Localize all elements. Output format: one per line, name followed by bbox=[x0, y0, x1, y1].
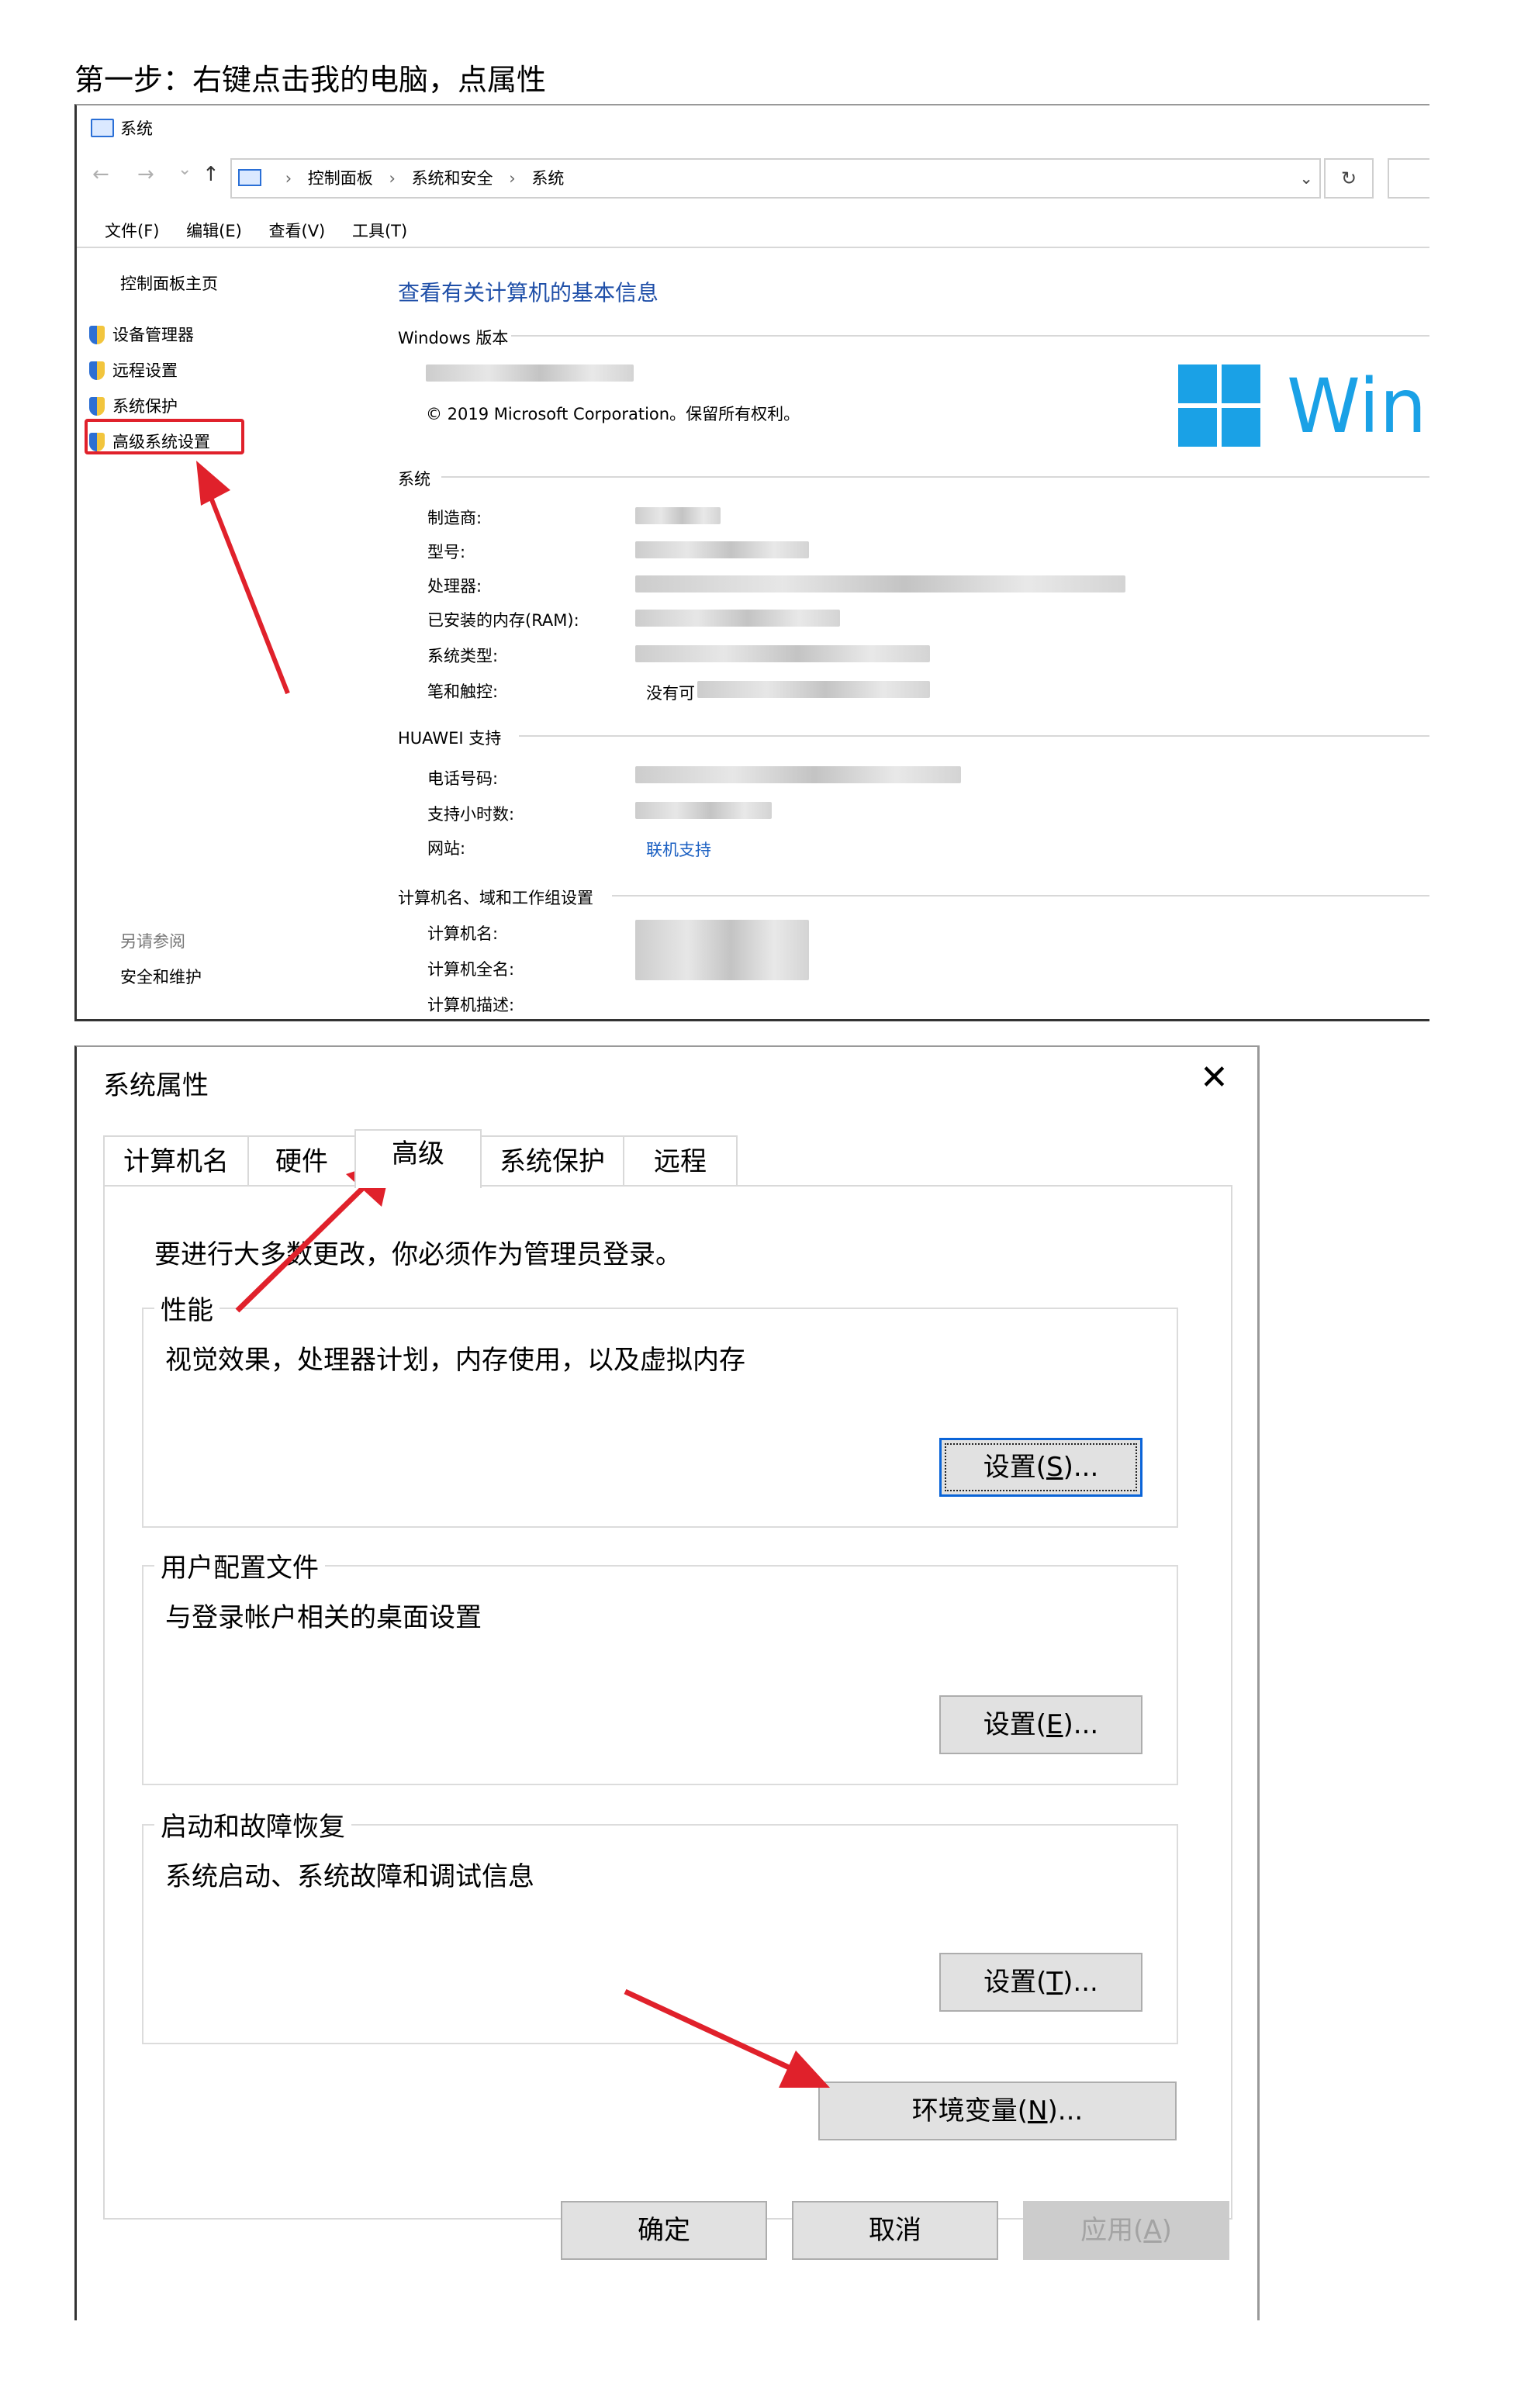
highlight-box bbox=[85, 419, 244, 454]
menu-file[interactable]: 文件(F) bbox=[105, 222, 159, 240]
apply-button[interactable]: 应用(A) bbox=[1023, 2201, 1229, 2260]
user-profiles-settings-button[interactable]: 设置(E)... bbox=[939, 1695, 1142, 1754]
label-manufacturer: 制造商: bbox=[427, 509, 482, 527]
page-title: 查看有关计算机的基本信息 bbox=[398, 280, 659, 306]
tab-remote[interactable]: 远程 bbox=[623, 1135, 738, 1185]
refresh-button[interactable]: ↻ bbox=[1324, 158, 1374, 199]
label-ram: 已安装的内存(RAM): bbox=[427, 611, 579, 630]
menu-edit[interactable]: 编辑(E) bbox=[186, 222, 242, 240]
copyright-text: © 2019 Microsoft Corporation。保留所有权利。 bbox=[426, 405, 800, 423]
shield-icon bbox=[89, 397, 105, 416]
cancel-button[interactable]: 取消 bbox=[792, 2201, 998, 2260]
up-button[interactable]: ↑ bbox=[202, 163, 220, 186]
see-also-label: 另请参阅 bbox=[120, 932, 185, 951]
label-computer-description: 计算机描述: bbox=[427, 996, 515, 1014]
system-window: 系统 ← → ⌄ ↑ › 控制面板 › 系统和安全 › 系统 ⌄ ↻ 文件(F)… bbox=[74, 104, 1429, 1021]
label-system-type: 系统类型: bbox=[427, 647, 499, 665]
breadcrumb-system-security[interactable]: 系统和安全 bbox=[412, 169, 493, 188]
menu-bar: 文件(F) 编辑(E) 查看(V) 工具(T) bbox=[105, 219, 429, 242]
section-system: 系统 bbox=[398, 470, 430, 489]
annotation-arrow-env bbox=[624, 1988, 830, 2088]
windows-logo-icon bbox=[1178, 364, 1262, 448]
sidebar-home-link[interactable]: 控制面板主页 bbox=[120, 271, 218, 295]
search-input[interactable] bbox=[1388, 158, 1429, 199]
startup-recovery-description: 系统启动、系统故障和调试信息 bbox=[165, 1861, 534, 1892]
sidebar-item-system-protection[interactable]: 系统保护 bbox=[89, 394, 178, 417]
tab-system-protection[interactable]: 系统保护 bbox=[480, 1135, 624, 1185]
section-computer-name: 计算机名、域和工作组设置 bbox=[398, 889, 593, 907]
label-computer-name: 计算机名: bbox=[427, 924, 499, 943]
recent-locations-button[interactable]: ⌄ bbox=[178, 160, 192, 179]
sidebar-security-maintenance-link[interactable]: 安全和维护 bbox=[120, 965, 202, 988]
step-heading: 第一步：右键点击我的电脑，点属性 bbox=[74, 63, 547, 97]
label-phone: 电话号码: bbox=[427, 769, 499, 788]
performance-description: 视觉效果，处理器计划，内存使用，以及虚拟内存 bbox=[165, 1345, 745, 1376]
label-pen-touch: 笔和触控: bbox=[427, 682, 499, 701]
windows-logo-text: Winc bbox=[1287, 363, 1429, 450]
label-processor: 处理器: bbox=[427, 577, 482, 596]
sidebar-item-device-manager[interactable]: 设备管理器 bbox=[89, 323, 194, 346]
window-title: 系统 bbox=[91, 116, 153, 140]
annotation-arrow bbox=[196, 461, 290, 695]
group-label-startup-recovery: 启动和故障恢复 bbox=[154, 1805, 351, 1843]
pen-touch-value: 没有可 bbox=[646, 684, 695, 703]
environment-variables-button[interactable]: 环境变量(N)... bbox=[818, 2082, 1177, 2140]
address-bar[interactable]: › 控制面板 › 系统和安全 › 系统 ⌄ bbox=[230, 158, 1321, 199]
forward-button[interactable]: → bbox=[137, 163, 154, 186]
computer-icon bbox=[238, 169, 261, 186]
breadcrumb-system[interactable]: 系统 bbox=[531, 169, 564, 188]
label-support-hours: 支持小时数: bbox=[427, 805, 515, 824]
label-website: 网站: bbox=[427, 839, 466, 858]
computer-icon bbox=[91, 119, 114, 137]
tab-advanced[interactable]: 高级 bbox=[354, 1129, 482, 1188]
section-windows-edition: Windows 版本 bbox=[398, 329, 509, 347]
startup-recovery-settings-button[interactable]: 设置(T)... bbox=[939, 1953, 1142, 2012]
label-model: 型号: bbox=[427, 543, 466, 561]
tab-computer-name[interactable]: 计算机名 bbox=[103, 1135, 249, 1185]
shield-icon bbox=[89, 326, 105, 344]
section-huawei-support: HUAWEI 支持 bbox=[398, 729, 502, 748]
address-dropdown-icon[interactable]: ⌄ bbox=[1299, 160, 1313, 197]
shield-icon bbox=[89, 361, 105, 380]
ok-button[interactable]: 确定 bbox=[561, 2201, 767, 2260]
menu-divider bbox=[77, 247, 1429, 248]
dialog-title: 系统属性 bbox=[103, 1070, 209, 1101]
back-button[interactable]: ← bbox=[92, 163, 109, 186]
close-icon[interactable]: ✕ bbox=[1200, 1058, 1229, 1097]
group-label-user-profiles: 用户配置文件 bbox=[154, 1546, 325, 1584]
redacted-edition bbox=[426, 364, 634, 382]
online-support-link[interactable]: 联机支持 bbox=[646, 838, 711, 861]
menu-view[interactable]: 查看(V) bbox=[269, 222, 326, 240]
menu-tools[interactable]: 工具(T) bbox=[352, 222, 407, 240]
sidebar-item-remote-settings[interactable]: 远程设置 bbox=[89, 358, 178, 382]
breadcrumb-control-panel[interactable]: 控制面板 bbox=[308, 169, 373, 188]
group-label-performance: 性能 bbox=[154, 1289, 220, 1327]
user-profiles-description: 与登录帐户相关的桌面设置 bbox=[165, 1602, 482, 1633]
performance-settings-button[interactable]: 设置(S)... bbox=[939, 1438, 1142, 1497]
label-full-computer-name: 计算机全名: bbox=[427, 960, 515, 979]
